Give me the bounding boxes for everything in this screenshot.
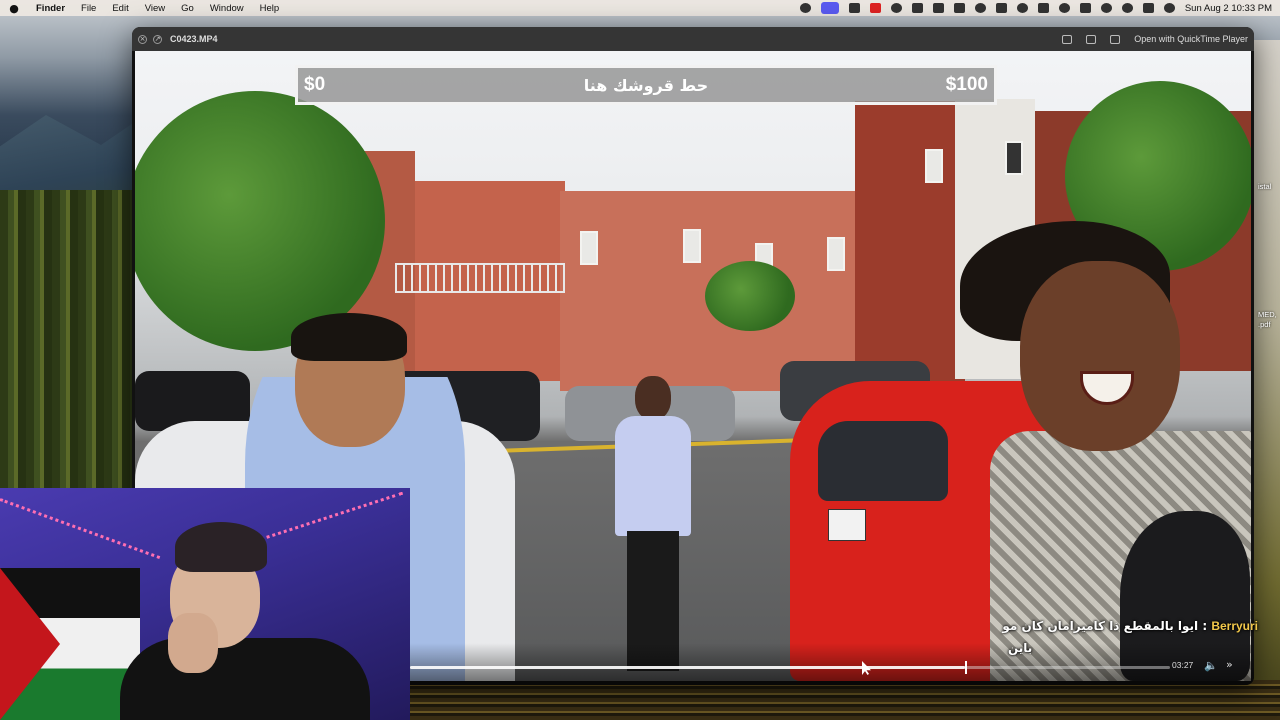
pip-icon[interactable] [1062, 34, 1073, 44]
chat-message: Berryuri : ايوا بالمقطع ذا كاميرامان كان… [1002, 616, 1274, 662]
window-icon[interactable] [932, 3, 944, 13]
apple-menu-icon[interactable]: ● [0, 2, 28, 15]
play-icon[interactable] [1016, 3, 1028, 13]
progress-fill [410, 666, 965, 669]
chat-text-continued: باين [1008, 641, 1033, 655]
fullscreen-icon[interactable]: ↗ [153, 34, 162, 44]
menu-bar: ● Finder File Edit View Go Window Help S… [0, 0, 1280, 16]
control-center-icon[interactable] [1142, 3, 1154, 13]
window-titlebar[interactable]: × ↗ C0423.MP4 Open with QuickTime Player [132, 27, 1254, 51]
record-icon[interactable] [869, 3, 881, 13]
laughing-person [960, 221, 1251, 681]
led-strip [0, 498, 161, 560]
note-icon[interactable] [911, 3, 923, 13]
screen-recorder-icon[interactable] [799, 3, 811, 13]
wallpaper-forest [0, 190, 140, 490]
text-input-icon[interactable] [1037, 3, 1049, 13]
close-icon[interactable]: × [138, 34, 147, 44]
building-window [925, 149, 943, 183]
wifi-icon[interactable] [1100, 3, 1112, 13]
bar-prompt: حط قروشك هنا [583, 75, 709, 95]
playhead[interactable] [964, 661, 967, 674]
open-with-quicktime-button[interactable]: Open with QuickTime Player [1134, 34, 1248, 44]
wallpaper-bottom-edge [400, 680, 1280, 720]
chat-text: ايوا بالمقطع ذا كاميرامان كان مو [1002, 619, 1199, 633]
building [855, 101, 965, 391]
menu-edit[interactable]: Edit [104, 3, 136, 14]
building-window [827, 237, 845, 271]
desktop-file-label[interactable]: MED, [1258, 310, 1277, 319]
menu-file[interactable]: File [73, 3, 104, 14]
person-shirt [615, 416, 691, 536]
desktop-file-label[interactable]: istal [1258, 182, 1271, 191]
share-icon[interactable] [1110, 34, 1121, 44]
status-area: Sun Aug 2 10:33 PM [799, 2, 1280, 14]
tree [705, 261, 795, 331]
building-window [1005, 141, 1023, 175]
bar-min-label: $0 [304, 74, 326, 95]
user-icon[interactable] [1058, 3, 1070, 13]
gamepad-icon[interactable] [953, 3, 965, 13]
streamer-hand [168, 613, 218, 673]
chat-line: Berryuri : ايوا بالمقطع ذا كاميرامان كان… [1002, 619, 1258, 633]
siri-icon[interactable] [1163, 3, 1175, 13]
stage-manager-icon[interactable] [820, 2, 839, 14]
menu-clock[interactable]: Sun Aug 2 10:33 PM [1185, 3, 1272, 14]
window-toolbar: Open with QuickTime Player [1062, 34, 1254, 44]
webcam-overlay [0, 488, 410, 720]
person-head [635, 376, 671, 420]
person-hair [291, 313, 407, 361]
license-plate [828, 509, 866, 541]
chat-username: Berryuri [1211, 619, 1258, 633]
browser-icon[interactable] [890, 3, 902, 13]
bluetooth-icon[interactable] [995, 3, 1007, 13]
balcony [395, 263, 565, 293]
menu-go[interactable]: Go [173, 3, 202, 14]
menu-window[interactable]: Window [202, 3, 252, 14]
rotate-icon[interactable] [1086, 34, 1097, 44]
battery-icon[interactable] [1079, 3, 1091, 13]
streamer-body [120, 638, 370, 720]
window-title: C0423.MP4 [170, 34, 218, 44]
game-overlay-bar: $0 حط قروشك هنا $100 [295, 65, 997, 105]
car-rear-window [818, 421, 948, 501]
tree [135, 91, 385, 351]
building-window [580, 231, 598, 265]
menu-view[interactable]: View [137, 3, 173, 14]
menu-app-name[interactable]: Finder [28, 3, 73, 14]
chat-separator: : [1198, 619, 1212, 633]
building-window [683, 229, 701, 263]
airplay-icon[interactable] [974, 3, 986, 13]
bar-max-label: $100 [945, 74, 988, 95]
progress-bar[interactable] [410, 661, 1170, 674]
person-head [1020, 261, 1180, 451]
desktop-file-label[interactable]: .pdf [1258, 320, 1271, 329]
dancing-person [605, 376, 695, 676]
menu-help[interactable]: Help [252, 3, 288, 14]
search-icon[interactable] [1121, 3, 1133, 13]
streamer-bandana [175, 522, 267, 572]
led-strip [259, 491, 404, 541]
app-status-icon[interactable] [848, 3, 860, 13]
